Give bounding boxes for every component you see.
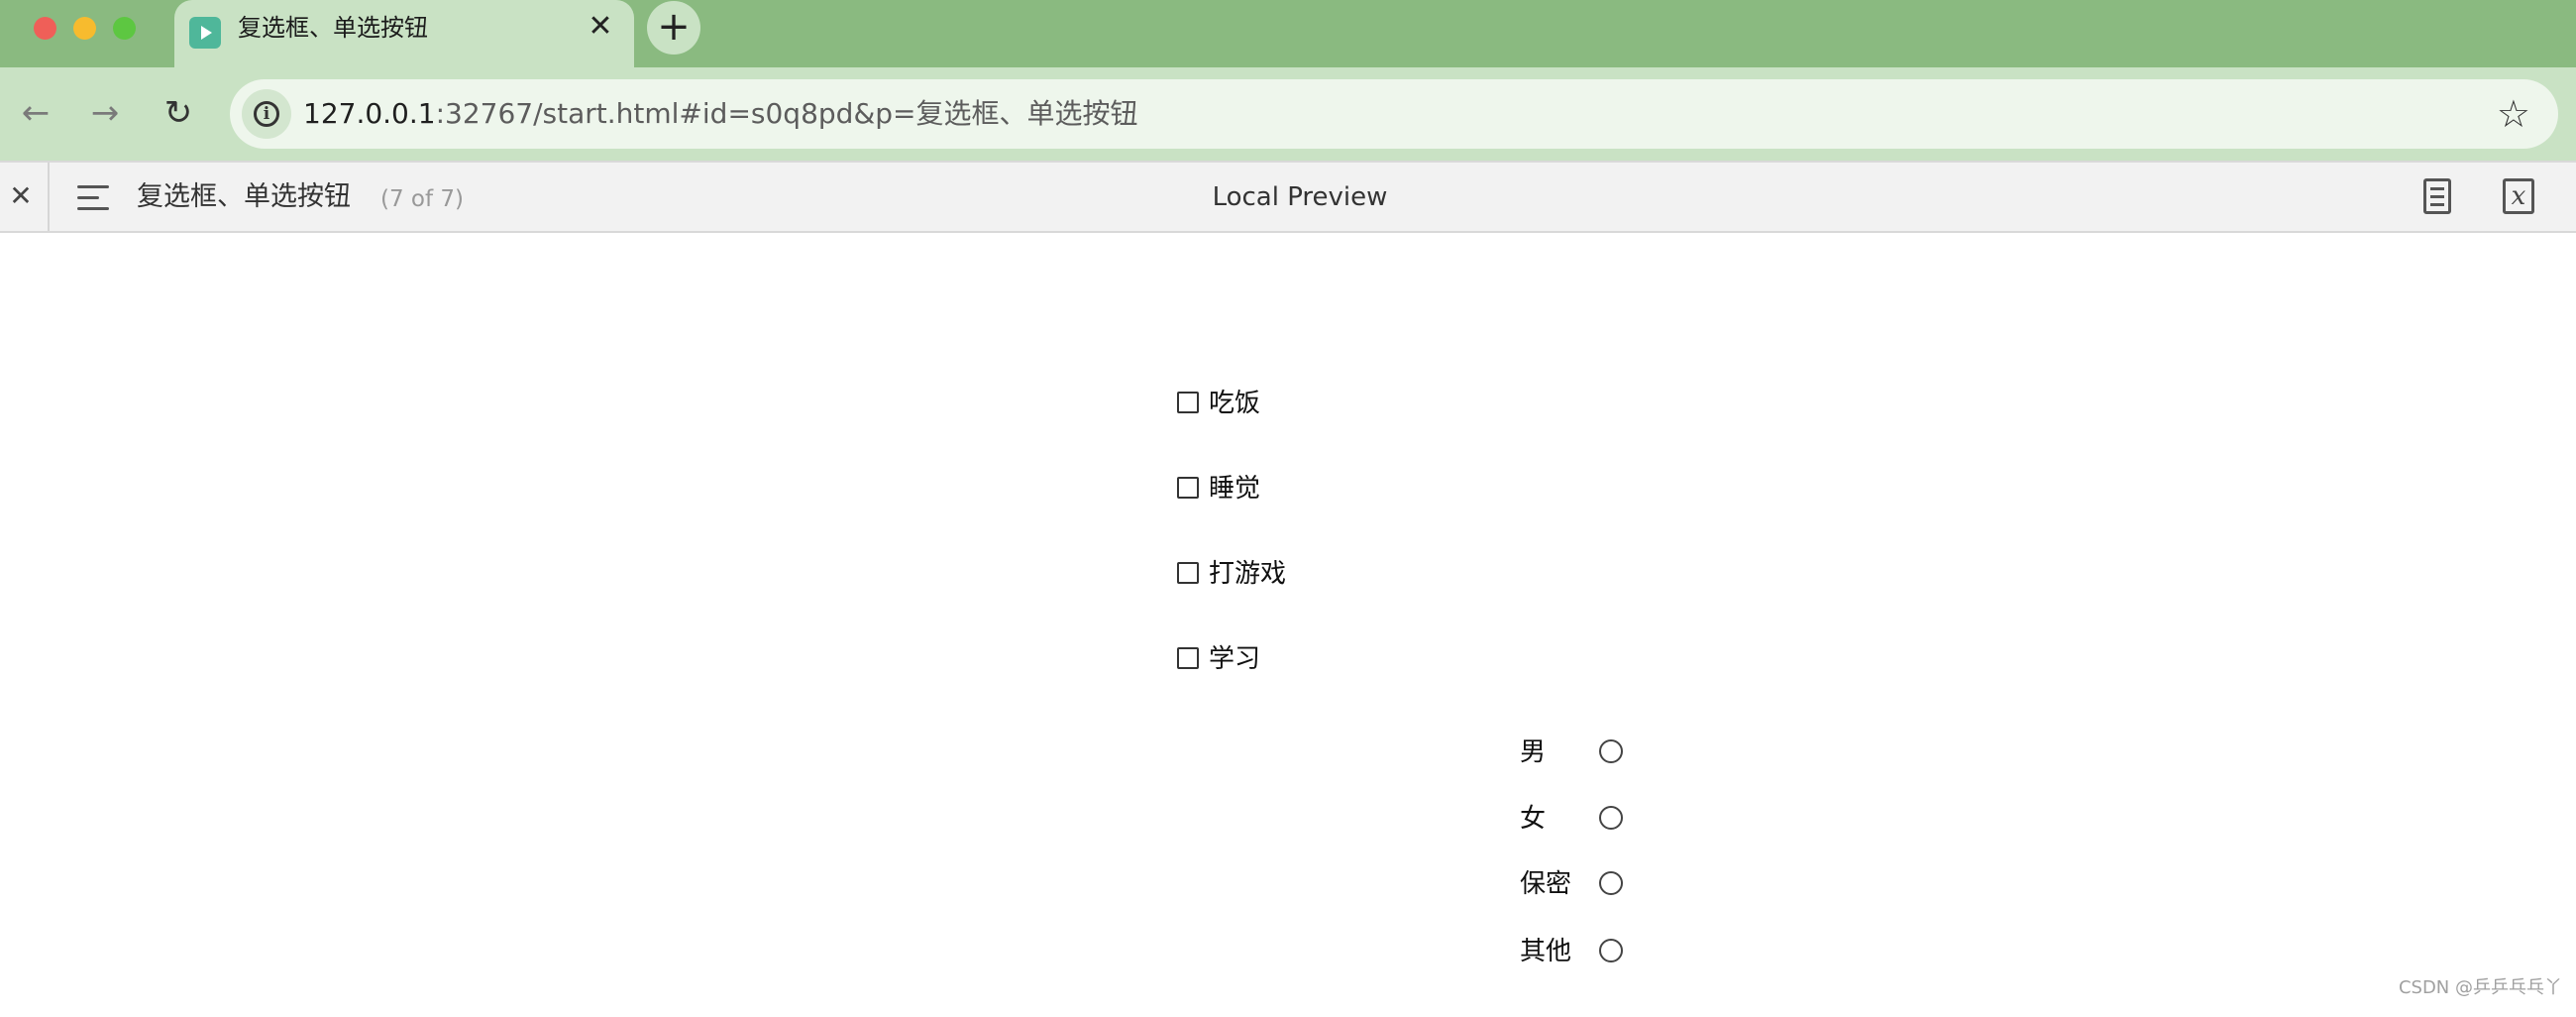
browser-tab-active[interactable]: 复选框、单选按钮 ✕ [174,0,634,67]
checkbox[interactable] [1177,647,1199,669]
divider [48,163,50,231]
checkbox-label: 学习 [1209,644,1261,674]
radio-label: 其他 [1520,937,1572,966]
new-tab-button[interactable]: + [647,1,700,55]
checkbox[interactable] [1177,392,1199,413]
preview-close-icon[interactable]: ✕ [6,176,36,216]
formula-icon[interactable]: x [2503,178,2534,214]
page-title: 复选框、单选按钮 [137,181,351,212]
tab-close-icon[interactable]: ✕ [585,11,616,43]
local-preview-label: Local Preview [1212,182,1388,212]
radio-button[interactable] [1599,871,1623,895]
checkbox-label: 打游戏 [1209,559,1287,589]
forward-arrow-icon[interactable]: → [81,89,129,137]
minimize-window-button[interactable] [73,17,96,40]
back-arrow-icon[interactable]: ← [12,89,59,137]
radio-row[interactable]: 女 [1520,804,1639,834]
url-host: 127.0.0.1 [303,97,436,130]
site-info-button[interactable]: i [242,89,291,139]
info-icon: i [254,101,279,127]
radio-label: 女 [1520,804,1547,834]
radio-button[interactable] [1599,739,1623,763]
browser-toolbar: ← → ↻ i 127.0.0.1:32767/start.html#id=s0… [0,67,2576,161]
page-content: 吃饭 睡觉 打游戏 学习 男 女 保密 其他 CSDN @乒乒乓乓丫 [0,233,2576,1017]
address-bar[interactable]: i 127.0.0.1:32767/start.html#id=s0q8pd&p… [230,79,2558,149]
checkbox-label: 睡觉 [1209,474,1261,504]
tab-title: 复选框、单选按钮 [238,14,428,42]
url-path: :32767/start.html#id=s0q8pd&p=复选框、单选按钮 [435,97,1138,130]
notes-icon[interactable] [2423,178,2451,214]
reload-icon[interactable]: ↻ [155,89,202,137]
checkbox-label: 吃饭 [1209,389,1261,418]
radio-row[interactable]: 其他 [1520,937,1639,966]
close-window-button[interactable] [34,17,56,40]
url-text[interactable]: 127.0.0.1:32767/start.html#id=s0q8pd&p=复… [303,97,1138,131]
menu-icon[interactable] [77,185,109,211]
page-count: (7 of 7) [380,186,465,212]
radio-label: 男 [1520,737,1547,767]
bookmark-star-icon[interactable]: ☆ [2497,93,2530,135]
play-icon [189,17,221,49]
checkbox[interactable] [1177,477,1199,499]
checkbox[interactable] [1177,562,1199,584]
radio-label: 保密 [1520,869,1572,899]
preview-header: ✕ 复选框、单选按钮 (7 of 7) Local Preview x [0,161,2576,233]
radio-button[interactable] [1599,939,1623,962]
radio-row[interactable]: 保密 [1520,869,1639,899]
watermark: CSDN @乒乒乓乓丫 [2398,977,2562,998]
radio-button[interactable] [1599,806,1623,830]
maximize-window-button[interactable] [113,17,136,40]
browser-titlebar: 复选框、单选按钮 ✕ + [0,0,2576,67]
radio-row[interactable]: 男 [1520,737,1639,767]
